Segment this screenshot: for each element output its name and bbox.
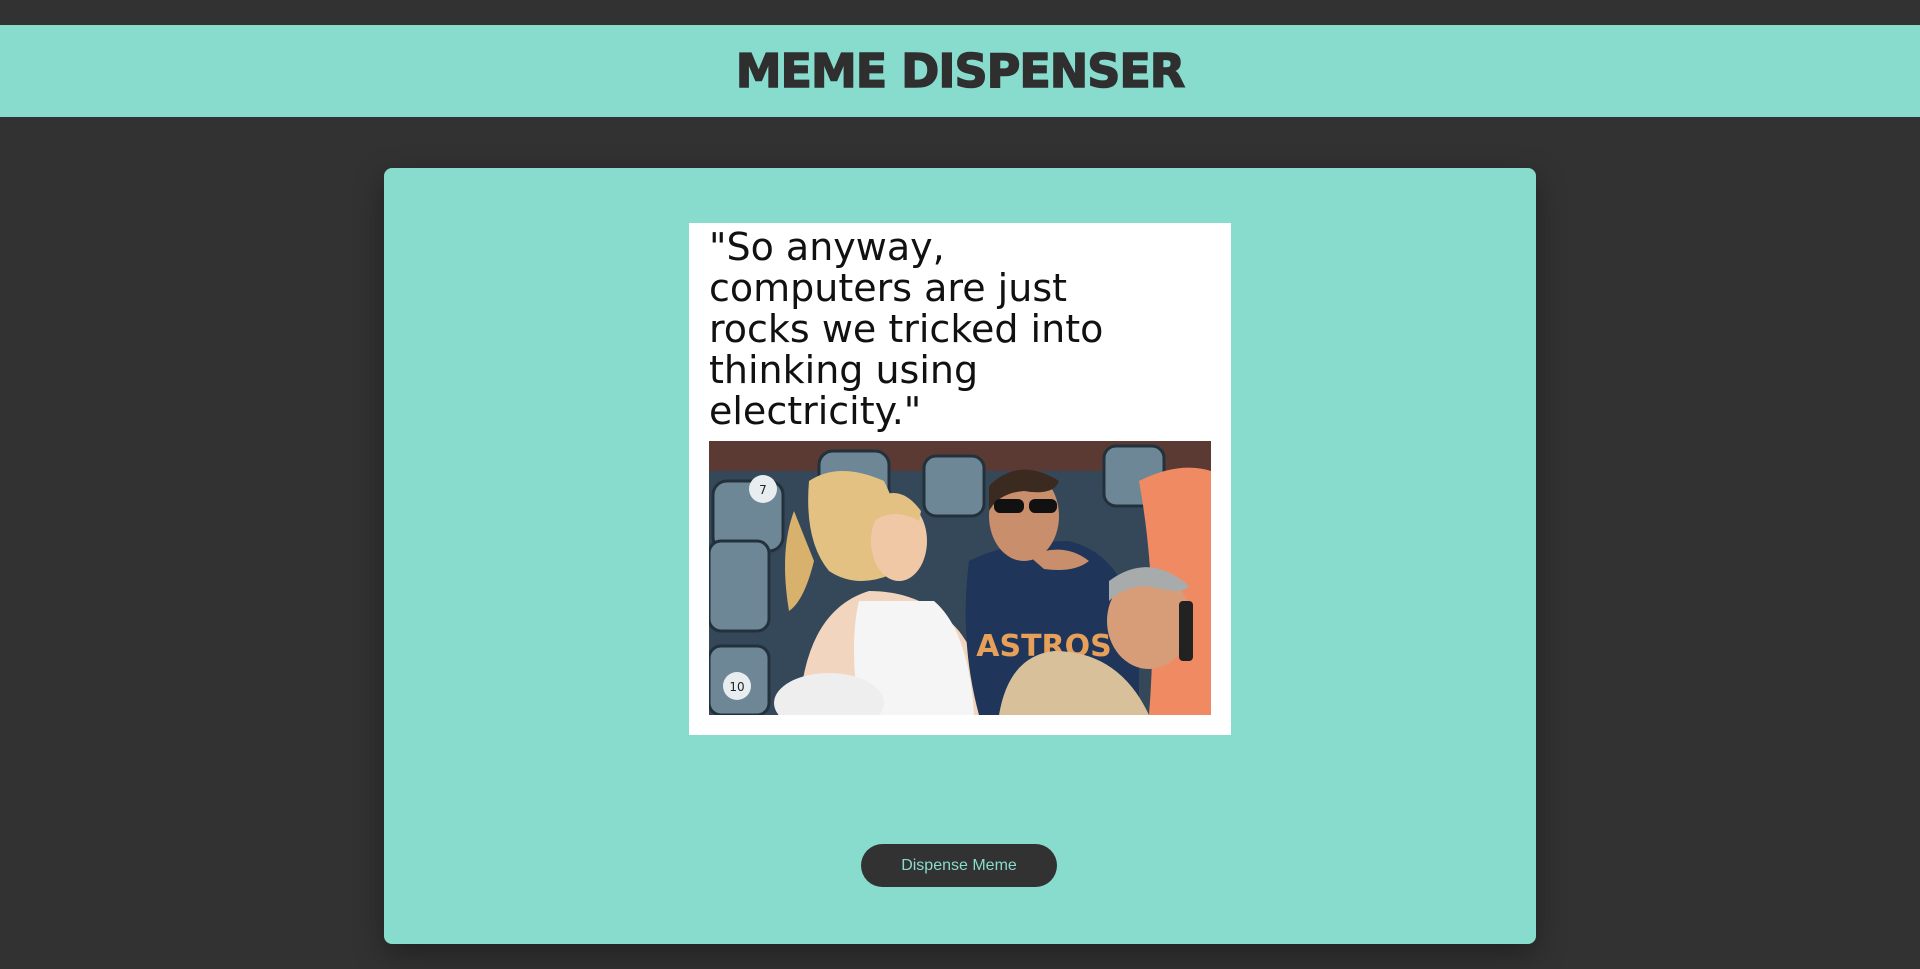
app-title: MEME DISPENSER	[735, 44, 1186, 98]
app-header: MEME DISPENSER	[0, 25, 1920, 117]
meme-caption: "So anyway, computers are just rocks we …	[709, 225, 1104, 433]
seat-number-7: 7	[759, 483, 767, 497]
meme-image: 7 10 ASTROS	[709, 441, 1211, 715]
main-panel: "So anyway, computers are just rocks we …	[384, 168, 1536, 944]
meme-card: "So anyway, computers are just rocks we …	[689, 223, 1231, 735]
seat-number-10: 10	[729, 680, 744, 694]
dispense-meme-button[interactable]: Dispense Meme	[861, 844, 1057, 887]
